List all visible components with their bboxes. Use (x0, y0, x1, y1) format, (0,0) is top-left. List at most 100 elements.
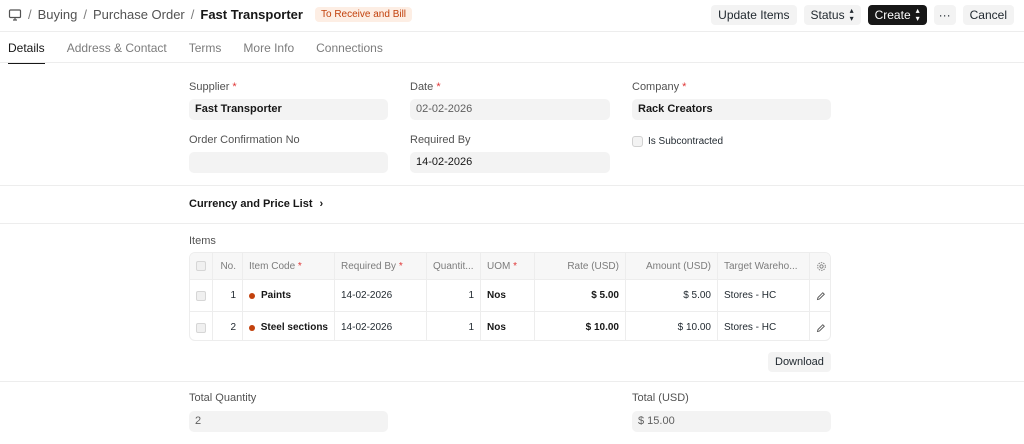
status-dot (249, 292, 255, 299)
currency-section-label: Currency and Price List (189, 198, 313, 210)
column-header: Amount (USD) (626, 253, 718, 279)
column-header: Required By * (335, 253, 427, 279)
column-header: Rate (USD) (535, 253, 626, 279)
order-confirmation-label: Order Confirmation No (189, 134, 300, 146)
table-header: No. Item Code * Required By * Quantit...… (190, 253, 830, 280)
is-subcontracted-label: Is Subcontracted (648, 136, 724, 147)
row-number: 2 (213, 312, 243, 340)
create-button[interactable]: Create ▴ ▾ (867, 5, 927, 25)
total-quantity-field: 2 (189, 411, 388, 432)
warehouse-cell[interactable]: Stores - HC (718, 312, 810, 340)
row-checkbox[interactable] (196, 290, 206, 301)
required-by-cell[interactable]: 14-02-2026 (335, 280, 427, 311)
breadcrumb-buying[interactable]: Buying (38, 7, 78, 22)
breadcrumb-separator: / (28, 7, 32, 22)
update-items-label: Update Items (718, 8, 790, 22)
date-label-text: Date (410, 81, 434, 93)
total-usd-field: $ 15.00 (632, 411, 831, 432)
row-select-cell (190, 312, 213, 340)
company-field[interactable]: Rack Creators (632, 99, 831, 120)
row-checkbox[interactable] (196, 322, 206, 333)
column-header: UOM * (481, 253, 535, 279)
table-row[interactable]: 2 Steel sections 14-02-2026 1 Nos $ 10.0… (190, 312, 830, 340)
monitor-icon[interactable] (8, 8, 22, 22)
column-header-label: Item Code (249, 260, 296, 272)
required-by-label: Required By (410, 134, 471, 146)
divider (0, 223, 1024, 224)
status-dot (249, 324, 255, 331)
is-subcontracted-checkbox[interactable] (632, 136, 643, 147)
select-all-cell (190, 253, 213, 279)
status-label: Status (810, 8, 845, 22)
required-by-field[interactable]: 14-02-2026 (410, 152, 610, 173)
column-header: No. (213, 253, 243, 279)
rate-cell[interactable]: $ 10.00 (535, 312, 626, 340)
create-label: Create (874, 8, 911, 22)
row-select-cell (190, 280, 213, 311)
divider (0, 31, 1024, 32)
row-number: 1 (213, 280, 243, 311)
item-code-cell[interactable]: Steel sections (243, 312, 335, 340)
total-usd-label: Total (USD) (632, 392, 689, 404)
more-actions-button[interactable]: ··· (933, 5, 956, 25)
form-tabs: Details Address & Contact Terms More Inf… (8, 41, 383, 64)
cancel-button[interactable]: Cancel (962, 5, 1014, 25)
supplier-label: Supplier * (189, 81, 237, 93)
required-marker: * (436, 81, 441, 93)
items-table: No. Item Code * Required By * Quantit...… (189, 252, 831, 341)
more-icon: ··· (938, 8, 951, 22)
required-by-cell[interactable]: 14-02-2026 (335, 312, 427, 340)
cancel-label: Cancel (969, 8, 1007, 22)
amount-cell: $ 10.00 (626, 312, 718, 340)
supplier-field[interactable]: Fast Transporter (189, 99, 388, 120)
download-button[interactable]: Download (768, 352, 831, 372)
column-header: Item Code * (243, 253, 335, 279)
uom-cell[interactable]: Nos (481, 280, 535, 311)
table-row[interactable]: 1 Paints 14-02-2026 1 Nos $ 5.00 $ 5.00 … (190, 280, 830, 312)
required-marker: * (232, 81, 237, 93)
breadcrumb: / Buying / Purchase Order / Fast Transpo… (8, 7, 413, 22)
amount-cell: $ 5.00 (626, 280, 718, 311)
status-badge: To Receive and Bill (314, 7, 413, 22)
gear-icon[interactable] (810, 253, 830, 279)
tab-details[interactable]: Details (8, 41, 45, 64)
item-code-value: Paints (261, 290, 292, 301)
rate-cell[interactable]: $ 5.00 (535, 280, 626, 311)
quantity-cell[interactable]: 1 (427, 312, 481, 340)
column-header: Target Wareho... (718, 253, 810, 279)
date-field[interactable]: 02-02-2026 (410, 99, 610, 120)
supplier-label-text: Supplier (189, 81, 230, 93)
status-button[interactable]: Status ▴ ▾ (803, 5, 861, 25)
required-marker: * (682, 81, 687, 93)
breadcrumb-purchase-order[interactable]: Purchase Order (93, 7, 185, 22)
order-confirmation-field[interactable] (189, 152, 388, 173)
required-marker: * (513, 260, 518, 272)
company-label-text: Company (632, 81, 680, 93)
item-code-cell[interactable]: Paints (243, 280, 335, 311)
chevron-right-icon: › (319, 198, 324, 210)
uom-cell[interactable]: Nos (481, 312, 535, 340)
company-label: Company * (632, 81, 686, 93)
quantity-cell[interactable]: 1 (427, 280, 481, 311)
date-label: Date * (410, 81, 441, 93)
column-header-label: UOM (487, 260, 511, 272)
pencil-icon[interactable] (810, 280, 830, 311)
currency-price-list-section[interactable]: Currency and Price List › (189, 198, 323, 210)
required-marker: * (297, 260, 302, 272)
breadcrumb-separator: / (190, 7, 195, 22)
updown-icon: ▴ ▾ (849, 6, 854, 23)
breadcrumb-separator: / (83, 7, 87, 22)
toolbar: Update Items Status ▴ ▾ Create ▴ ▾ ··· Can… (711, 5, 1014, 25)
tab-more-info[interactable]: More Info (243, 41, 294, 64)
update-items-button[interactable]: Update Items (711, 5, 797, 25)
items-label: Items (189, 235, 216, 247)
divider (0, 62, 1024, 63)
tab-connections[interactable]: Connections (316, 41, 383, 64)
select-all-checkbox[interactable] (196, 261, 206, 271)
updown-icon: ▴ ▾ (915, 6, 920, 23)
tab-address-contact[interactable]: Address & Contact (67, 41, 167, 64)
pencil-icon[interactable] (810, 312, 830, 340)
tab-terms[interactable]: Terms (189, 41, 222, 64)
warehouse-cell[interactable]: Stores - HC (718, 280, 810, 311)
column-header: Quantit... (427, 253, 481, 279)
